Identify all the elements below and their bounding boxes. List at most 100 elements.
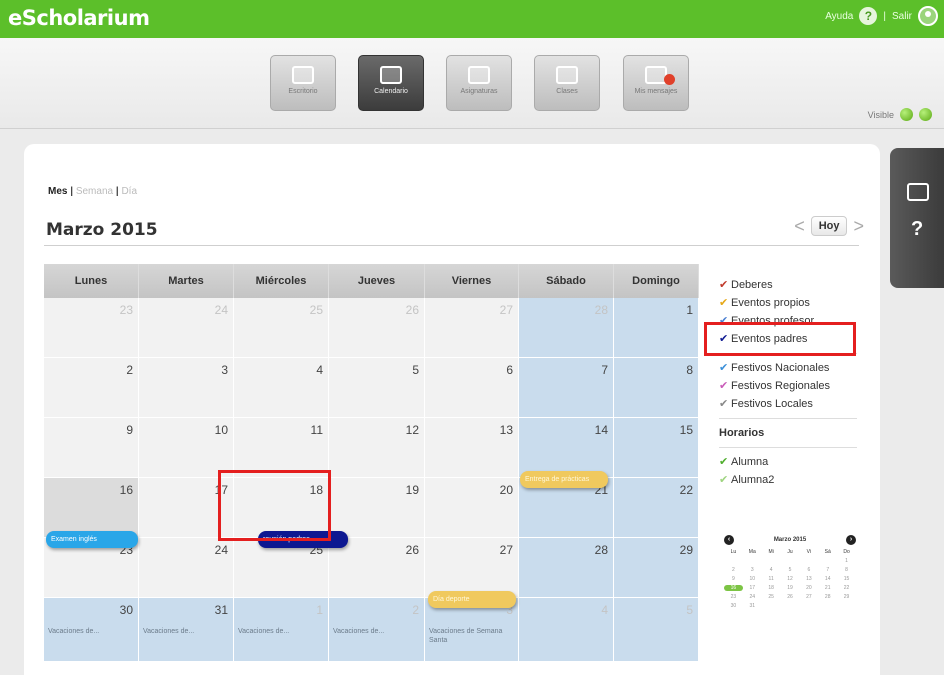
minical-day[interactable]: 19 (781, 585, 800, 591)
prev-month-button[interactable]: < (794, 217, 805, 235)
messages-button[interactable]: Mis mensajes (623, 55, 689, 111)
next-month-button[interactable]: > (853, 217, 864, 235)
day-cell[interactable]: 27 (425, 538, 519, 598)
help-question-icon[interactable]: ? (911, 218, 923, 241)
question-icon[interactable]: ? (859, 7, 878, 25)
user-icon[interactable] (918, 6, 938, 26)
day-cell[interactable]: 4 (234, 358, 329, 418)
minical-day[interactable]: 28 (818, 594, 837, 600)
minical-day[interactable]: 16 (724, 585, 743, 591)
day-cell[interactable]: 22 (614, 478, 699, 538)
minical-day[interactable]: 25 (762, 594, 781, 600)
day-cell[interactable]: 10 (139, 418, 234, 478)
minical-day[interactable]: 15 (837, 576, 856, 582)
calendar-event[interactable]: Entrega de prácticas (520, 471, 608, 488)
calendar-event[interactable]: Examen inglés (46, 531, 138, 548)
day-cell[interactable]: 16 (44, 478, 139, 538)
day-cell[interactable]: 20 (425, 478, 519, 538)
notes-icon[interactable] (907, 183, 929, 201)
minical-day[interactable]: 8 (837, 567, 856, 573)
day-cell[interactable]: 23 (44, 298, 139, 358)
vacation-note[interactable]: Vacaciones de... (143, 627, 229, 636)
vacation-note[interactable]: Vacaciones de... (238, 627, 324, 636)
day-cell[interactable]: 4 (519, 598, 614, 662)
day-cell[interactable]: 9 (44, 418, 139, 478)
minical-day[interactable]: 30 (724, 603, 743, 609)
minical-next-button[interactable]: › (845, 535, 856, 545)
minical-day[interactable]: 23 (724, 594, 743, 600)
legend-item-festivos-nacionales[interactable]: Festivos Nacionales (719, 359, 869, 377)
minical-day[interactable]: 1 (837, 558, 856, 564)
day-cell[interactable]: 30 Vacaciones de... (44, 598, 139, 662)
minical-day[interactable]: 29 (837, 594, 856, 600)
visibility-toggle[interactable]: Visible (868, 108, 932, 121)
calendar-button[interactable]: Calendario (358, 55, 424, 111)
legend-item-deberes[interactable]: Deberes (719, 276, 869, 294)
minical-day[interactable]: 17 (743, 585, 762, 591)
minical-day[interactable]: 31 (743, 603, 762, 609)
today-button[interactable]: Hoy (810, 216, 848, 236)
minical-day[interactable]: 21 (818, 585, 837, 591)
desktop-button[interactable]: Escritorio (270, 55, 336, 111)
minical-day[interactable]: 10 (743, 576, 762, 582)
day-cell[interactable]: 31 Vacaciones de... (139, 598, 234, 662)
day-cell[interactable]: 15 (614, 418, 699, 478)
day-cell[interactable]: 26 (329, 298, 425, 358)
vacation-note[interactable]: Vacaciones de... (333, 627, 419, 636)
minical-day[interactable]: 24 (743, 594, 762, 600)
minical-day[interactable]: 18 (762, 585, 781, 591)
day-cell[interactable]: 29 (614, 538, 699, 598)
legend-item-eventos-propios[interactable]: Eventos propios (719, 294, 869, 312)
minical-day[interactable]: 3 (743, 567, 762, 573)
day-cell[interactable]: 5 (614, 598, 699, 662)
day-cell[interactable]: 1 Vacaciones de... (234, 598, 329, 662)
day-cell[interactable]: 14 (519, 418, 614, 478)
day-cell[interactable]: 3 (139, 358, 234, 418)
help-link[interactable]: Ayuda (825, 11, 853, 22)
day-cell[interactable]: 2 (44, 358, 139, 418)
app-logo[interactable]: eScholarium (8, 6, 150, 30)
minical-day[interactable]: 4 (762, 567, 781, 573)
minical-day[interactable]: 11 (762, 576, 781, 582)
classes-button[interactable]: Clases (534, 55, 600, 111)
minical-day[interactable]: 22 (837, 585, 856, 591)
day-cell[interactable]: 6 (425, 358, 519, 418)
minical-day[interactable]: 13 (799, 576, 818, 582)
day-cell[interactable]: 7 (519, 358, 614, 418)
day-cell[interactable]: 2 Vacaciones de... (329, 598, 425, 662)
view-month[interactable]: Mes (48, 186, 67, 197)
day-cell[interactable]: 13 (425, 418, 519, 478)
day-cell[interactable]: 8 (614, 358, 699, 418)
view-week[interactable]: Semana (76, 186, 113, 197)
minical-day[interactable]: 2 (724, 567, 743, 573)
minical-day[interactable]: 6 (799, 567, 818, 573)
minical-prev-button[interactable]: ‹ (724, 535, 734, 545)
minical-day[interactable]: 27 (799, 594, 818, 600)
day-cell[interactable]: 24 (139, 298, 234, 358)
subjects-button[interactable]: Asignaturas (446, 55, 512, 111)
minical-day[interactable]: 5 (781, 567, 800, 573)
day-cell[interactable]: 25 (234, 298, 329, 358)
minical-day[interactable]: 26 (781, 594, 800, 600)
logout-link[interactable]: Salir (892, 11, 912, 22)
legend-item-alumna2[interactable]: Alumna2 (719, 471, 869, 489)
day-cell[interactable]: 12 (329, 418, 425, 478)
minical-day[interactable]: 7 (818, 567, 837, 573)
view-day[interactable]: Día (121, 186, 137, 197)
legend-item-festivos-locales[interactable]: Festivos Locales (719, 395, 869, 413)
vacation-note[interactable]: Vacaciones de Semana Santa (429, 627, 515, 645)
day-cell[interactable]: 28 (519, 538, 614, 598)
day-cell[interactable]: 28 (519, 298, 614, 358)
day-cell[interactable]: 19 (329, 478, 425, 538)
day-cell[interactable]: 11 (234, 418, 329, 478)
legend-item-festivos-regionales[interactable]: Festivos Regionales (719, 377, 869, 395)
minical-day[interactable]: 20 (799, 585, 818, 591)
legend-item-alumna[interactable]: Alumna (719, 453, 869, 471)
day-cell[interactable]: 24 (139, 538, 234, 598)
day-cell[interactable]: 1 (614, 298, 699, 358)
day-cell[interactable]: 27 (425, 298, 519, 358)
minical-day[interactable]: 12 (781, 576, 800, 582)
day-cell[interactable]: 5 (329, 358, 425, 418)
minical-day[interactable]: 14 (818, 576, 837, 582)
minical-day[interactable]: 9 (724, 576, 743, 582)
